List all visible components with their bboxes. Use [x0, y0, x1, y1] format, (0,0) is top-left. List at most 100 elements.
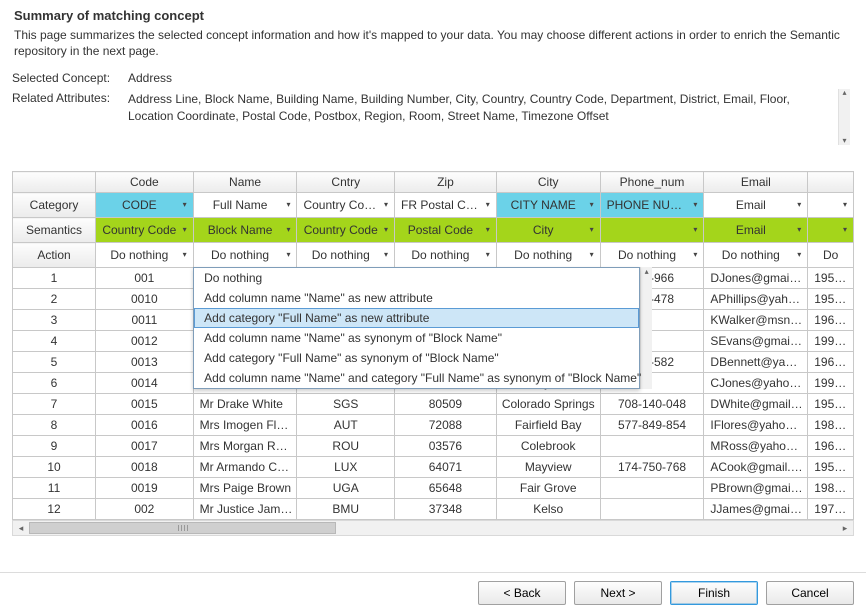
back-button[interactable]: < Back: [478, 581, 566, 605]
chevron-down-icon[interactable]: ▾: [380, 200, 390, 210]
table-cell: KWalker@msn.com: [704, 310, 808, 331]
table-cell: 0015: [96, 394, 194, 415]
scroll-up-icon[interactable]: ▴: [641, 267, 652, 277]
table-cell: [600, 499, 704, 520]
scroll-up-icon[interactable]: ▴: [839, 89, 850, 97]
category-select[interactable]: CODE▾: [100, 196, 189, 214]
scroll-left-icon[interactable]: ◂: [13, 521, 29, 535]
table-cell: 1: [13, 268, 96, 289]
chevron-down-icon[interactable]: ▾: [586, 200, 596, 210]
next-button[interactable]: Next >: [574, 581, 662, 605]
action-select[interactable]: Do nothing▾: [501, 246, 596, 264]
table-row[interactable]: 110019Mrs Paige BrownUGA65648Fair GroveP…: [13, 478, 854, 499]
semantics-select[interactable]: Email▾: [708, 221, 803, 239]
category-value: Full Name: [198, 198, 283, 212]
semantics-select[interactable]: ▾: [812, 221, 849, 239]
action-dropdown-menu[interactable]: Do nothingAdd column name "Name" as new …: [193, 267, 640, 389]
chevron-down-icon[interactable]: ▾: [179, 225, 189, 235]
category-value: CODE: [100, 198, 179, 212]
action-select[interactable]: Do nothing▾: [301, 246, 390, 264]
action-select[interactable]: Do nothing▾: [708, 246, 803, 264]
category-select[interactable]: FR Postal Code▾: [399, 196, 492, 214]
dropdown-item[interactable]: Add category "Full Name" as new attribut…: [194, 308, 639, 328]
table-cell: 65648: [395, 478, 497, 499]
chevron-down-icon[interactable]: ▾: [179, 200, 189, 210]
category-select[interactable]: Email▾: [708, 196, 803, 214]
table-cell: 0010: [96, 289, 194, 310]
chevron-down-icon[interactable]: ▾: [689, 250, 699, 260]
action-select[interactable]: Do nothing▾: [605, 246, 700, 264]
table-row[interactable]: 90017Mrs Morgan RossROU03576ColebrookMRo…: [13, 436, 854, 457]
table-cell: 4: [13, 331, 96, 352]
table-cell: [600, 478, 704, 499]
action-select[interactable]: Do nothing▾: [198, 246, 293, 264]
semantics-select[interactable]: City▾: [501, 221, 596, 239]
chevron-down-icon[interactable]: ▾: [282, 225, 292, 235]
chevron-down-icon[interactable]: ▾: [482, 250, 492, 260]
cancel-button[interactable]: Cancel: [766, 581, 854, 605]
chevron-down-icon[interactable]: ▾: [482, 200, 492, 210]
table-cell: IFlores@yahoo.c…: [704, 415, 808, 436]
scroll-down-icon[interactable]: ▾: [839, 137, 850, 145]
table-row[interactable]: 80016Mrs Imogen FloresAUT72088Fairfield …: [13, 415, 854, 436]
table-cell: BMU: [297, 499, 395, 520]
chevron-down-icon[interactable]: ▾: [282, 200, 292, 210]
mapping-table: CodeNameCntryZipCityPhone_numEmailCatego…: [12, 171, 854, 520]
chevron-down-icon[interactable]: ▾: [380, 250, 390, 260]
table-cell: 8: [13, 415, 96, 436]
selected-concept-label: Selected Concept:: [12, 69, 122, 85]
chevron-down-icon[interactable]: ▾: [793, 250, 803, 260]
chevron-down-icon[interactable]: ▾: [689, 225, 699, 235]
action-select[interactable]: Do nothing▾: [399, 246, 492, 264]
chevron-down-icon[interactable]: ▾: [793, 225, 803, 235]
chevron-down-icon[interactable]: ▾: [179, 250, 189, 260]
chevron-down-icon[interactable]: ▾: [793, 200, 803, 210]
related-attributes-scrollbar[interactable]: ▴ ▾: [838, 89, 850, 145]
chevron-down-icon[interactable]: ▾: [380, 225, 390, 235]
scroll-right-icon[interactable]: ▸: [837, 521, 853, 535]
horizontal-scrollbar[interactable]: ◂ ▸: [12, 520, 854, 536]
chevron-down-icon[interactable]: ▾: [839, 225, 849, 235]
table-cell: 10: [13, 457, 96, 478]
table-cell: UGA: [297, 478, 395, 499]
table-row[interactable]: 12002Mr Justice JamesBMU37348KelsoJJames…: [13, 499, 854, 520]
semantics-select[interactable]: Block Name▾: [198, 221, 293, 239]
category-select[interactable]: Country Code I…▾: [301, 196, 390, 214]
category-select[interactable]: CITY NAME▾: [501, 196, 596, 214]
chevron-down-icon[interactable]: ▾: [586, 250, 596, 260]
dropdown-item[interactable]: Add column name "Name" as synonym of "Bl…: [194, 328, 639, 348]
dropdown-scrollbar[interactable]: ▴: [640, 267, 652, 389]
action-select[interactable]: Do: [812, 246, 849, 264]
chevron-down-icon[interactable]: ▾: [586, 225, 596, 235]
semantics-select[interactable]: ▾: [605, 221, 700, 239]
category-row-label: Category: [13, 193, 96, 218]
chevron-down-icon[interactable]: ▾: [482, 225, 492, 235]
action-value: Do: [812, 248, 849, 262]
category-value: CITY NAME: [501, 198, 586, 212]
table-cell: AUT: [297, 415, 395, 436]
table-cell: 2: [13, 289, 96, 310]
table-cell: SGS: [297, 394, 395, 415]
dropdown-item[interactable]: Do nothing: [194, 268, 639, 288]
chevron-down-icon[interactable]: ▾: [839, 200, 849, 210]
category-select[interactable]: ▾: [812, 196, 849, 214]
dropdown-item[interactable]: Add category "Full Name" as synonym of "…: [194, 348, 639, 368]
dropdown-item[interactable]: Add column name "Name" and category "Ful…: [194, 368, 639, 388]
table-row[interactable]: 100018Mr Armando CookLUX64071Mayview174-…: [13, 457, 854, 478]
category-select[interactable]: Full Name▾: [198, 196, 293, 214]
table-cell: 37348: [395, 499, 497, 520]
dropdown-item[interactable]: Add column name "Name" as new attribute: [194, 288, 639, 308]
scroll-thumb[interactable]: [29, 522, 336, 534]
action-select[interactable]: Do nothing▾: [100, 246, 189, 264]
action-value: Do nothing: [501, 248, 586, 262]
finish-button[interactable]: Finish: [670, 581, 758, 605]
chevron-down-icon[interactable]: ▾: [689, 200, 699, 210]
category-select[interactable]: PHONE NUMBER▾: [605, 196, 700, 214]
semantics-select[interactable]: Country Code▾: [301, 221, 390, 239]
table-cell: 6: [13, 373, 96, 394]
chevron-down-icon[interactable]: ▾: [282, 250, 292, 260]
semantics-select[interactable]: Country Code▾: [100, 221, 189, 239]
table-row[interactable]: 70015Mr Drake WhiteSGS80509Colorado Spri…: [13, 394, 854, 415]
semantics-select[interactable]: Postal Code▾: [399, 221, 492, 239]
table-cell: Mrs Morgan Ross: [193, 436, 297, 457]
